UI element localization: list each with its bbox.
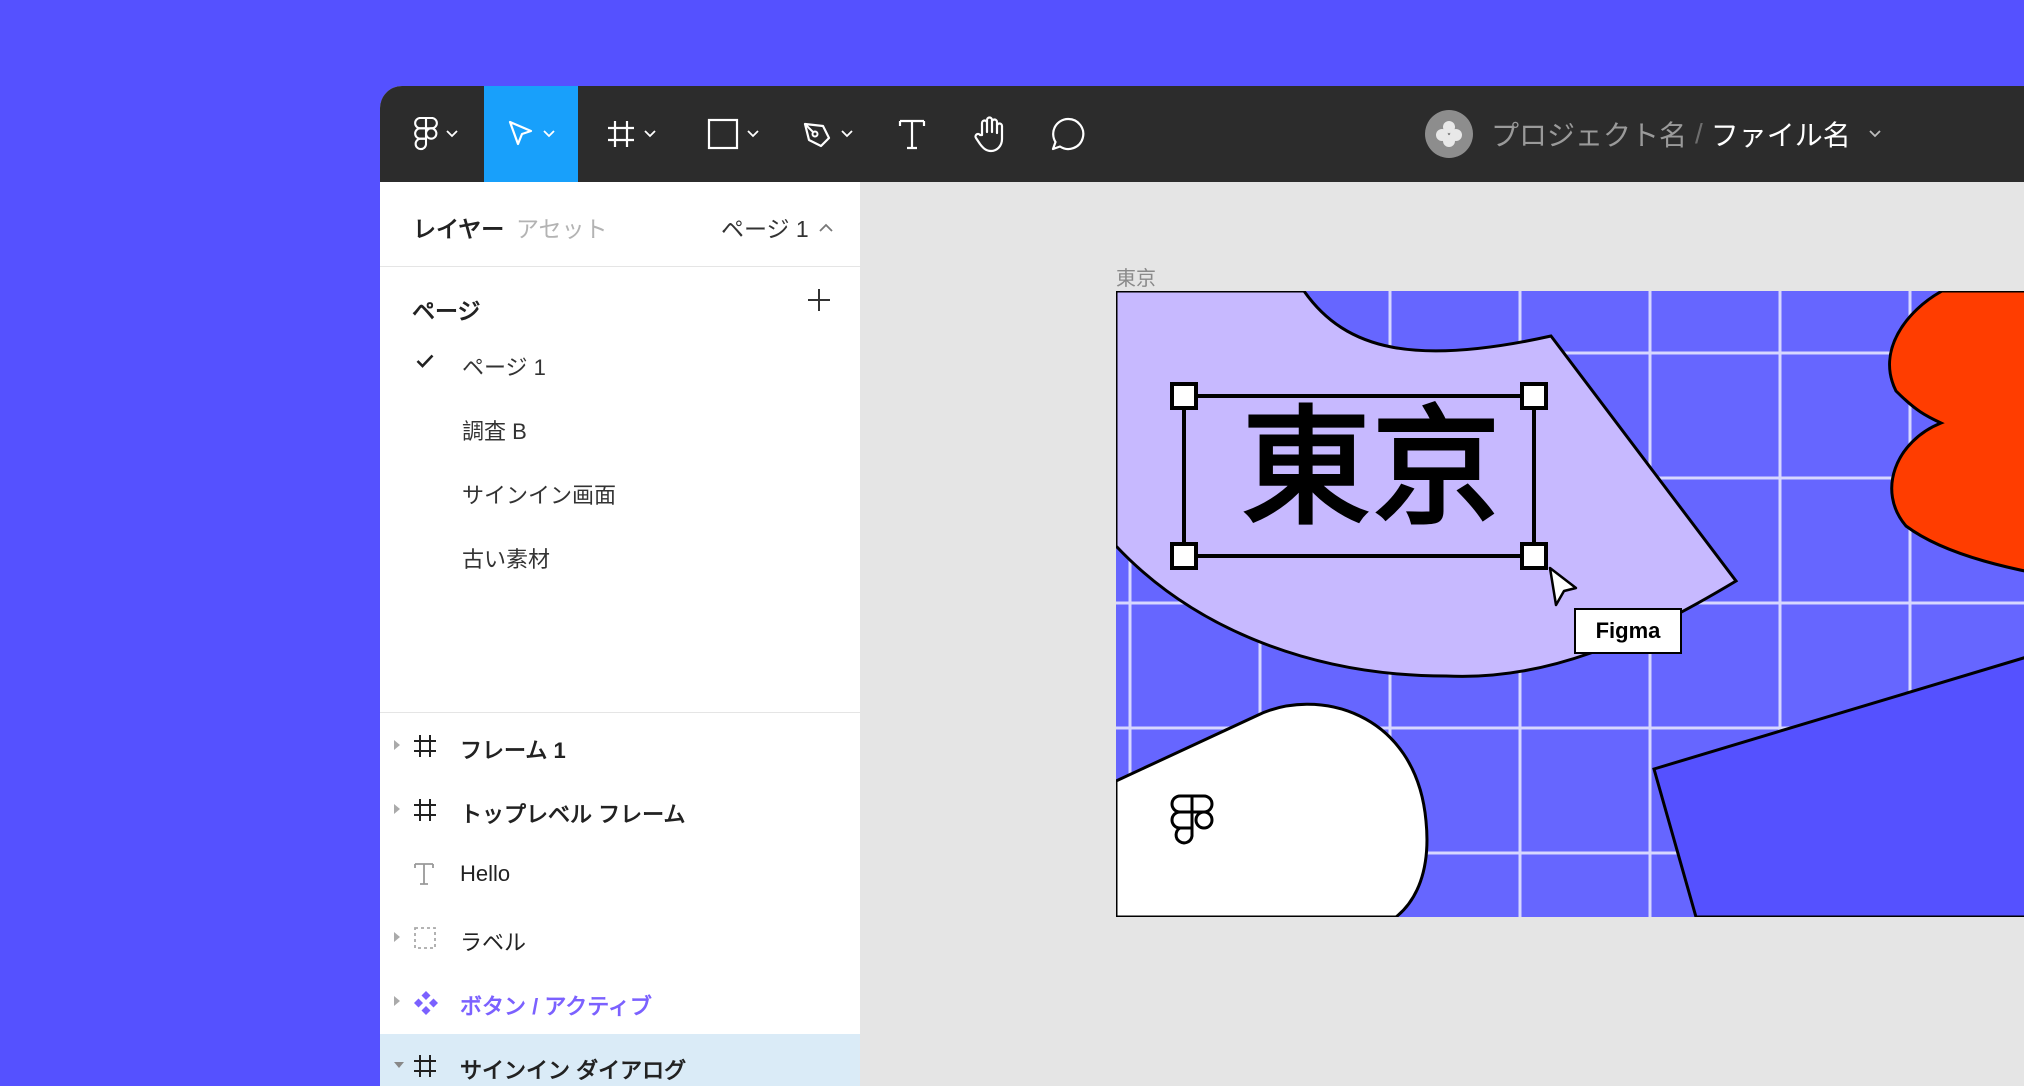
pen-tool-button[interactable] [794, 86, 860, 182]
chevron-up-icon [819, 223, 833, 232]
page-item-label: ページ 1 [462, 355, 546, 380]
page-item-4[interactable]: 古い素材 [380, 526, 860, 586]
chevron-down-icon [841, 130, 853, 138]
divider [380, 712, 860, 713]
chevron-down-icon [446, 130, 458, 138]
tab-assets[interactable]: アセット [516, 210, 608, 244]
plus-icon [808, 289, 830, 311]
figma-logo-icon [414, 117, 438, 151]
speech-bubble-icon [1051, 117, 1085, 151]
component-icon [414, 991, 438, 1015]
page-item-label: 調査 B [462, 419, 527, 444]
breadcrumb: プロジェクト名 / ファイル名 [1425, 86, 1881, 182]
chevron-down-icon [543, 130, 555, 138]
text-tool-button[interactable] [884, 86, 940, 182]
layers-panel: レイヤー アセット ページ 1 ページ ページ 1 調査 B サインイン画面 古… [380, 182, 861, 1086]
page-item-3[interactable]: サインイン画面 [380, 462, 860, 522]
figma-window: プロジェクト名 / ファイル名 レイヤー アセット ページ 1 ページ ページ … [380, 86, 2024, 1086]
frame-tool-button[interactable] [598, 86, 664, 182]
current-page-label: ページ 1 [721, 216, 809, 242]
dashed-frame-icon [414, 927, 436, 949]
expand-arrow-icon[interactable] [393, 931, 401, 943]
expand-arrow-icon[interactable] [393, 803, 401, 815]
file-name[interactable]: ファイル名 [1711, 114, 1851, 154]
page-selector[interactable]: ページ 1 [721, 210, 833, 244]
pages-heading: ページ [412, 298, 481, 324]
page-item-label: 古い素材 [462, 547, 551, 572]
layer-name: ラベル [460, 930, 527, 955]
toolbar: プロジェクト名 / ファイル名 [380, 86, 2024, 182]
layer-row[interactable]: Hello [380, 842, 860, 906]
layer-row[interactable]: ラベル [380, 906, 860, 970]
layer-row[interactable]: トップレベル フレーム [380, 778, 860, 842]
panel-tabs: レイヤー アセット ページ 1 [380, 182, 860, 267]
purple-shape [1652, 656, 2024, 917]
add-page-button[interactable] [807, 288, 831, 317]
chevron-down-icon [644, 130, 656, 138]
breadcrumb-separator: / [1695, 118, 1703, 149]
canvas-frame[interactable]: 東京 [1116, 291, 2024, 917]
text-icon [414, 863, 434, 885]
layer-row[interactable]: フレーム 1 [380, 714, 860, 778]
white-blob [1116, 702, 1429, 917]
frame-hash-icon [414, 1055, 436, 1077]
frame-label[interactable]: 東京 [1116, 262, 1156, 291]
frame-hash-icon [414, 735, 436, 757]
selected-text-layer[interactable]: 東京 [1242, 405, 1502, 533]
project-name[interactable]: プロジェクト名 [1491, 114, 1687, 154]
comment-tool-button[interactable] [1040, 86, 1096, 182]
move-tool-button[interactable] [484, 86, 578, 182]
layer-name: ボタン / アクティブ [460, 994, 652, 1019]
collapse-arrow-icon[interactable] [393, 1061, 405, 1069]
figma-menu-button[interactable] [398, 86, 474, 182]
layer-name: トップレベル フレーム [460, 802, 686, 827]
frame-artwork [1116, 291, 2024, 917]
cursor-arrow-icon [508, 120, 533, 146]
tab-layers[interactable]: レイヤー [413, 210, 504, 244]
layer-row[interactable]: ボタン / アクティブ [380, 970, 860, 1034]
expand-arrow-icon[interactable] [393, 995, 401, 1007]
cursor-name-badge: Figma [1574, 608, 1682, 654]
avatar-flower-icon [1436, 121, 1462, 147]
frame-hash-icon [608, 121, 634, 147]
avatar[interactable] [1425, 110, 1473, 158]
checkmark-icon [416, 354, 434, 368]
pen-icon [803, 122, 831, 148]
frame-hash-icon [414, 799, 436, 821]
chevron-down-icon[interactable] [1869, 130, 1881, 138]
text-icon [898, 119, 926, 150]
layer-name: サインイン ダイアログ [460, 1058, 687, 1083]
layer-row-selected[interactable]: サインイン ダイアログ [380, 1034, 860, 1086]
page-item-2[interactable]: 調査 B [380, 398, 860, 458]
hand-tool-button[interactable] [962, 86, 1018, 182]
expand-arrow-icon[interactable] [393, 739, 401, 751]
chevron-down-icon [747, 130, 759, 138]
layer-name: フレーム 1 [460, 738, 566, 763]
hand-icon [974, 116, 1004, 153]
page-item-1[interactable]: ページ 1 [380, 334, 860, 394]
shape-tool-button[interactable] [700, 86, 766, 182]
layer-name: Hello [460, 861, 511, 886]
page-item-label: サインイン画面 [462, 483, 617, 508]
rectangle-icon [707, 118, 739, 150]
